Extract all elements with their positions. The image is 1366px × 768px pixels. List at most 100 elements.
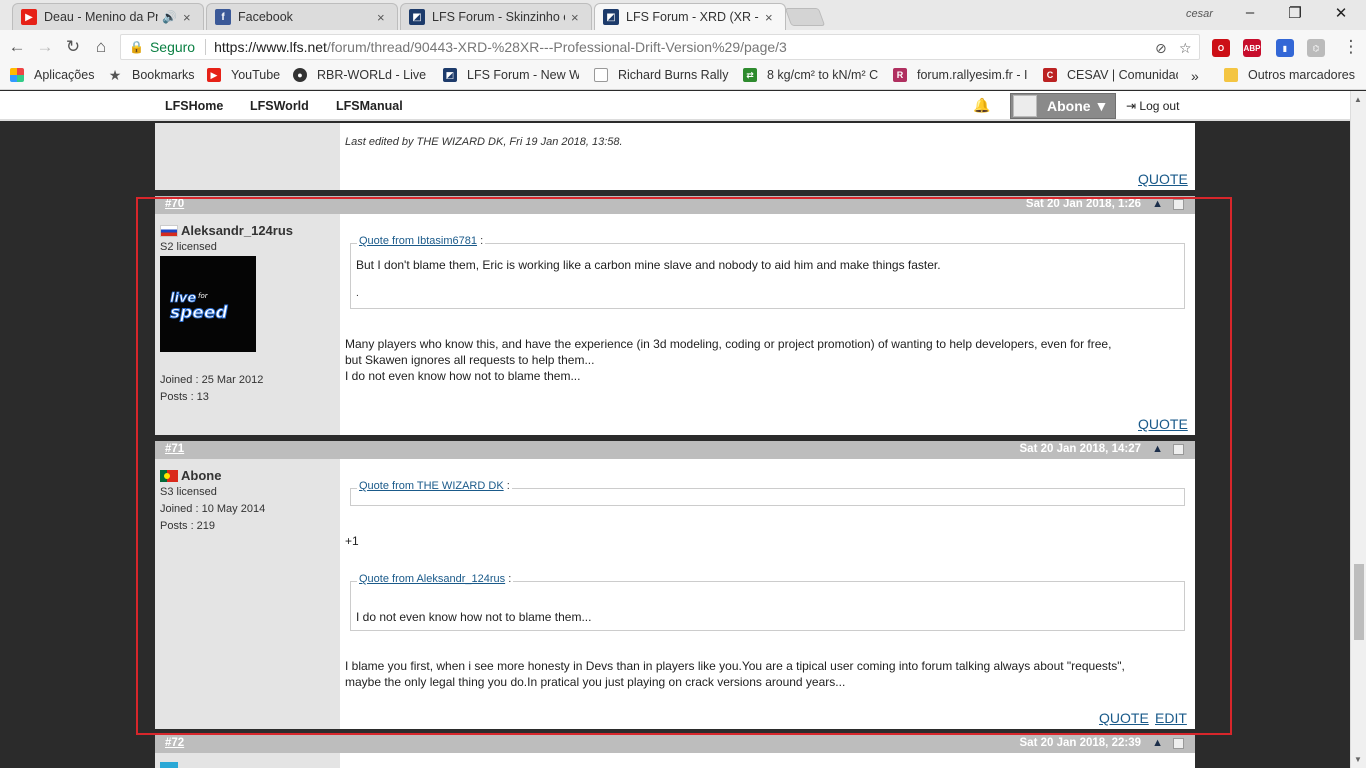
lfs-icon: ◩ [409,9,425,25]
home-icon[interactable]: ⌂ [90,37,112,57]
pdf-extension-icon[interactable]: ⌬ [1307,39,1325,57]
bookmark-label: 8 kg/cm² to kN/m² C [767,68,879,82]
scroll-thumb[interactable] [1354,564,1364,640]
bookmark-converter[interactable]: ⇄ 8 kg/cm² to kN/m² C [743,68,879,82]
post-header: #72 Sat 20 Jan 2018, 22:39 ▲ [155,735,1195,753]
speaker-icon[interactable]: 🔊 [162,10,177,24]
bookmark-label: LFS Forum - New We [467,68,579,82]
user-menu-button[interactable]: Abone ▼ [1010,93,1116,119]
tab-lfs-skinzinho[interactable]: ◩ LFS Forum - Skinzinho ex × [400,3,592,30]
url-host: https://www.lfs.net [214,39,327,55]
bookmark-extension-icon[interactable]: ▮ [1276,39,1294,57]
highlight-frame [136,197,1232,735]
author-column [155,123,340,190]
lfs-icon: ◩ [443,68,457,82]
maximize-button[interactable]: ❐ [1280,4,1310,22]
flag-icon [160,762,178,768]
avatar [1013,95,1037,117]
bookmark-rbr-world[interactable]: ● RBR-WORLd - Live S [293,68,427,82]
youtube-icon: ▶ [207,68,221,82]
bookmark-label: CESAV | Comunidad [1067,68,1178,82]
cesav-icon: C [1043,68,1057,82]
tab-title: LFS Forum - Skinzinho ex [432,10,565,24]
rbr-icon: ● [293,68,307,82]
bookmark-label: RBR-WORLd - Live S [317,68,427,82]
close-icon[interactable]: × [765,10,777,25]
opera-extension-icon[interactable]: O [1212,39,1230,57]
menu-icon[interactable]: ⋮ [1340,37,1362,57]
bell-icon[interactable]: 🔔 [973,97,990,114]
bookmark-label: Richard Burns Rally C [618,68,730,82]
user-menu-label: Abone ▼ [1047,98,1109,114]
bookmark-youtube[interactable]: ▶ YouTube [207,68,280,82]
page-scrollbar[interactable]: ▲ ▼ [1350,91,1366,768]
bookmarks-bar: Aplicações ★ Bookmarks ▶ YouTube ● RBR-W… [0,64,1366,90]
lfs-nav-bar: LFSHome LFSWorld LFSManual 🔔 Abone ▼ ⇥ L… [0,91,1350,121]
quote-button[interactable]: QUOTE [1138,171,1188,187]
page-icon [594,68,608,82]
tab-title: Facebook [238,10,293,24]
close-icon[interactable]: × [183,10,195,25]
post-date: Sat 20 Jan 2018, 22:39 [1019,737,1141,749]
report-icon[interactable]: ▲ [1152,737,1163,749]
new-tab-button[interactable] [784,8,826,26]
bookmark-other[interactable]: Outros marcadores [1224,68,1355,82]
tab-youtube[interactable]: ▶ Deau - Menino da Pri 🔊 × [12,3,204,30]
logout-label: Log out [1139,99,1180,113]
convert-icon: ⇄ [743,68,757,82]
nav-lfsmanual[interactable]: LFSManual [336,99,403,113]
tab-facebook[interactable]: f Facebook × [206,3,398,30]
select-checkbox[interactable] [1173,738,1184,749]
logout-link[interactable]: ⇥ Log out [1126,99,1179,113]
youtube-icon: ▶ [21,9,37,25]
rallyesim-icon: R [893,68,907,82]
bookmark-rbr-club[interactable]: Richard Burns Rally C [594,68,730,82]
star-icon: ★ [108,68,122,82]
tab-title: LFS Forum - XRD (XR - Pr [626,10,759,24]
back-icon[interactable]: ← [6,37,28,57]
bookmark-lfs-forum[interactable]: ◩ LFS Forum - New We [443,68,579,82]
scroll-up-icon[interactable]: ▲ [1354,95,1362,104]
nav-lfsworld[interactable]: LFSWorld [250,99,309,113]
bookmark-bookmarks[interactable]: ★ Bookmarks [108,68,195,82]
forward-icon[interactable]: → [34,37,56,57]
tab-strip: ▶ Deau - Menino da Pri 🔊 × f Facebook × … [0,0,1366,30]
post-number-link[interactable]: #72 [165,737,184,749]
lfs-icon: ◩ [603,9,619,25]
bookmark-label: forum.rallyesim.fr - I [917,68,1028,82]
folder-icon [1224,68,1238,82]
facebook-icon: f [215,9,231,25]
profile-name[interactable]: cesar [1186,8,1213,20]
url-path: /forum/thread/90443-XRD-%28XR---Professi… [326,39,787,55]
bookmark-cesav[interactable]: C CESAV | Comunidad [1043,68,1178,82]
divider [205,39,207,55]
post-body [340,123,1195,190]
close-icon[interactable]: × [377,10,389,25]
bookmarks-overflow-button[interactable]: » [1191,68,1199,84]
bookmark-label: Outros marcadores [1248,68,1355,82]
tab-lfs-xrd[interactable]: ◩ LFS Forum - XRD (XR - Pr × [594,3,786,30]
last-edited-note: Last edited by THE WIZARD DK, Fri 19 Jan… [345,136,623,148]
reload-icon[interactable]: ↻ [62,37,84,57]
secure-label: Seguro [149,39,196,55]
bookmark-label: YouTube [231,68,281,82]
browser-toolbar: ← → ↻ ⌂ 🔒 Seguro https://www.lfs.net /fo… [0,30,1366,64]
minimize-button[interactable]: – [1235,4,1265,21]
close-window-button[interactable]: ✕ [1326,4,1356,22]
adblock-extension-icon[interactable]: ABP [1243,39,1261,57]
bookmark-label: Aplicações [34,68,95,82]
chevron-right-icon: » [1191,68,1199,84]
star-icon[interactable]: ☆ [1179,40,1192,57]
post-body [340,753,1195,768]
bookmark-label: Bookmarks [132,68,195,82]
scroll-down-icon[interactable]: ▼ [1354,755,1362,764]
camera-blocked-icon[interactable]: ⊘ [1155,40,1167,57]
nav-lfshome[interactable]: LFSHome [165,99,223,113]
logout-icon: ⇥ [1126,99,1140,113]
bookmark-apps[interactable]: Aplicações [10,68,94,82]
tab-title: Deau - Menino da Pri [44,10,159,24]
lock-icon: 🔒 [129,40,144,54]
close-icon[interactable]: × [571,10,583,25]
bookmark-rallyesim[interactable]: R forum.rallyesim.fr - I [893,68,1029,82]
address-bar[interactable]: 🔒 Seguro https://www.lfs.net /forum/thre… [120,34,1200,60]
